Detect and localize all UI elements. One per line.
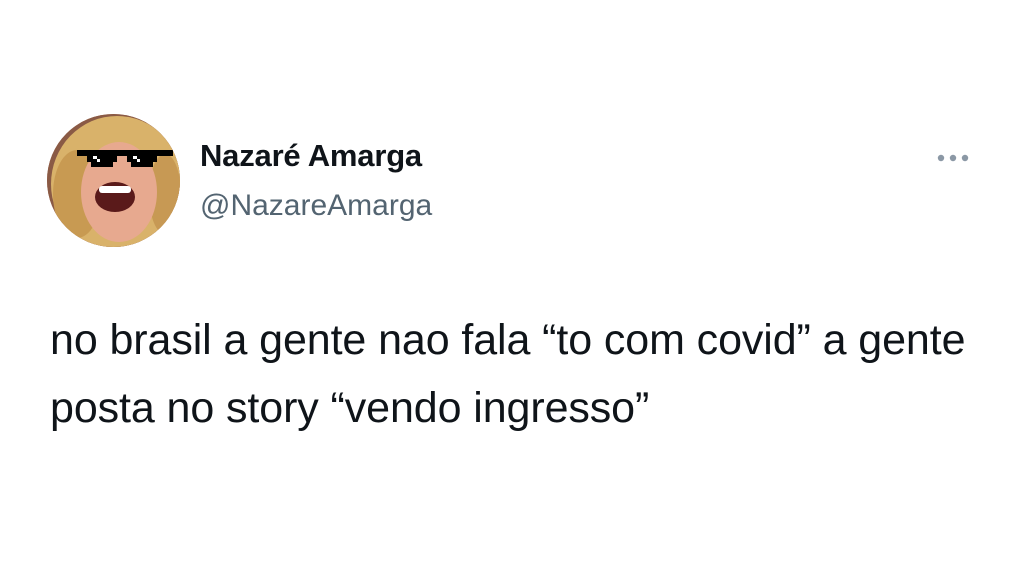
- tweet-text: no brasil a gente nao fala “to com covid…: [50, 316, 966, 432]
- more-options-button[interactable]: [928, 140, 978, 176]
- avatar[interactable]: [47, 114, 180, 247]
- author-handle[interactable]: @NazareAmarga: [200, 186, 432, 226]
- avatar-image: [47, 114, 180, 247]
- tweet-card: Nazaré Amarga @NazareAmarga no brasil a …: [0, 0, 1024, 584]
- author-display-name[interactable]: Nazaré Amarga: [200, 136, 422, 176]
- more-horizontal-icon: [937, 154, 969, 162]
